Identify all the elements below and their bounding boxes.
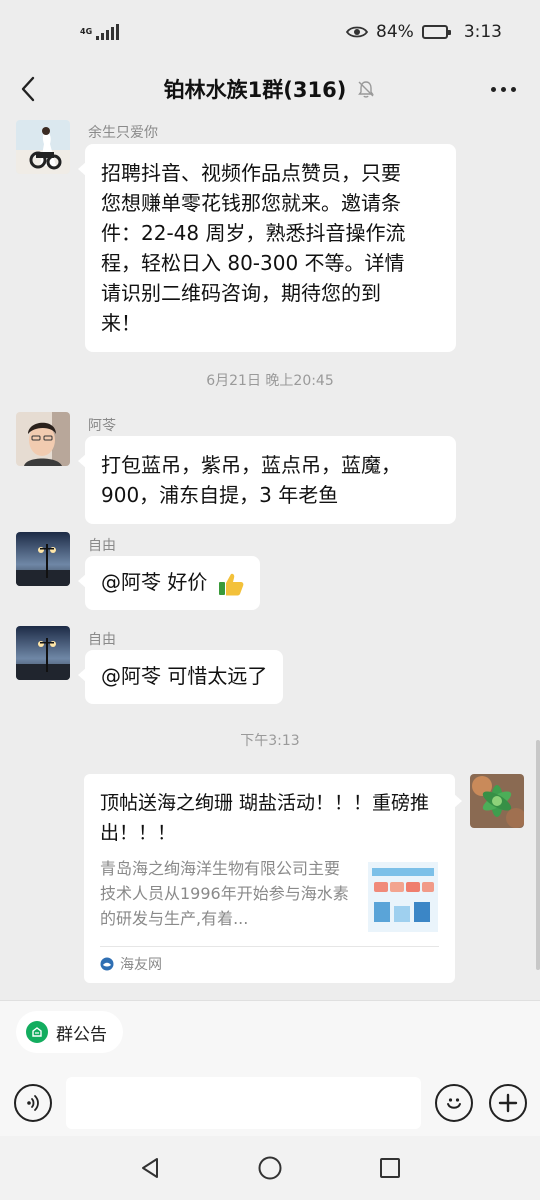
chat-header: 铂林水族1群(316): [0, 64, 540, 114]
emoji-button[interactable]: [435, 1084, 473, 1122]
avatar-yusheng[interactable]: [16, 120, 70, 174]
nav-recents-icon[interactable]: [378, 1156, 402, 1180]
message-line: 打包蓝吊，紫吊，蓝点吊，蓝魔，: [101, 453, 401, 477]
chat-input-bar: 群公告: [0, 1000, 540, 1136]
sender-name: 阿苓: [88, 418, 116, 434]
source-logo-icon: [100, 957, 114, 971]
more-options-button[interactable]: [486, 72, 520, 106]
avatar-self[interactable]: [470, 774, 524, 828]
avatar-aling[interactable]: [16, 412, 70, 466]
message-line: 程，轻松日入 80-300 不等。详情: [101, 251, 405, 275]
voice-icon: [27, 1095, 39, 1111]
link-card-source: 海友网: [100, 954, 162, 974]
message-bubble[interactable]: @阿苓 可惜太远了: [77, 650, 284, 704]
sender-name: 余生只爱你: [88, 125, 158, 141]
plus-icon: [498, 1093, 518, 1113]
avatar-ziyou[interactable]: [16, 626, 70, 680]
link-card-description: 青岛海之绚海洋生物有限公司主要技术人员从1996年开始参与海水素的研发与生产,有…: [100, 859, 349, 928]
signal-indicator: 4G: [80, 24, 120, 40]
status-bar: 4G 84% 3:13: [0, 0, 540, 64]
message-input[interactable]: [66, 1077, 421, 1129]
timestamp-separator: 下午3:13: [240, 733, 300, 749]
chat-messages[interactable]: 余生只爱你 招聘抖音、视频作品点赞员，只要 您想赚单零花钱那您就来。邀请条 件：…: [0, 114, 540, 1000]
back-arrow-icon[interactable]: [14, 74, 44, 104]
system-navigation-bar: [0, 1136, 540, 1200]
sender-name: 自由: [88, 632, 116, 648]
message-line: 件：22-48 周岁，熟悉抖音操作流: [101, 221, 406, 245]
message-bubble[interactable]: 打包蓝吊，紫吊，蓝点吊，蓝魔， 900，浦东自提，3 年老鱼: [78, 436, 456, 524]
nav-home-icon[interactable]: [257, 1155, 283, 1181]
sender-name: 自由: [88, 538, 116, 554]
message-line: 招聘抖音、视频作品点赞员，只要: [101, 161, 401, 185]
message-line: 来！: [101, 311, 141, 335]
message-bubble[interactable]: 招聘抖音、视频作品点赞员，只要 您想赚单零花钱那您就来。邀请条 件：22-48 …: [78, 144, 456, 352]
battery-icon: [421, 25, 451, 39]
battery-percent: 84%: [376, 22, 414, 42]
link-card-source-name: 海友网: [120, 957, 162, 973]
message-text: @阿苓 好价: [101, 570, 208, 594]
thumbs-up-emoji-icon: [218, 573, 244, 595]
message-line: 您想赚单零花钱那您就来。邀请条: [101, 191, 401, 215]
link-card-thumbnail: [368, 862, 438, 932]
more-functions-button[interactable]: [489, 1084, 527, 1122]
message-bubble[interactable]: @阿苓 好价: [78, 556, 260, 610]
shared-link-card[interactable]: 顶帖送海之绚珊 瑚盐活动！！！重磅推出！！！ 青岛海之绚海洋生物有限公司主要技术…: [84, 774, 462, 983]
smiley-icon: [447, 1098, 461, 1109]
timestamp-separator: 6月21日 晚上20:45: [206, 373, 334, 389]
message-line: 900，浦东自提，3 年老鱼: [101, 483, 339, 507]
signal-icon: [96, 24, 120, 40]
avatar-ziyou[interactable]: [16, 532, 70, 586]
link-card-title: 顶帖送海之绚珊 瑚盐活动！！！重磅推出！！！: [100, 792, 430, 844]
chat-title[interactable]: 铂林水族1群(316): [164, 74, 347, 104]
eye-icon: [346, 26, 369, 38]
link-card-divider: [100, 946, 439, 947]
chat-scrollbar[interactable]: [536, 740, 540, 970]
group-notice-label: 群公告: [56, 1024, 107, 1045]
network-type-label: 4G: [80, 27, 93, 36]
announcement-icon: [26, 1021, 48, 1043]
clock: 3:13: [463, 22, 502, 42]
message-line: 请识别二维码咨询，期待您的到: [101, 281, 381, 305]
group-notice-button[interactable]: 群公告: [16, 1011, 123, 1053]
nav-back-icon[interactable]: [138, 1156, 162, 1180]
voice-input-button[interactable]: [14, 1084, 52, 1122]
mute-bell-icon: [358, 81, 375, 98]
message-text: @阿苓 可惜太远了: [101, 664, 268, 688]
